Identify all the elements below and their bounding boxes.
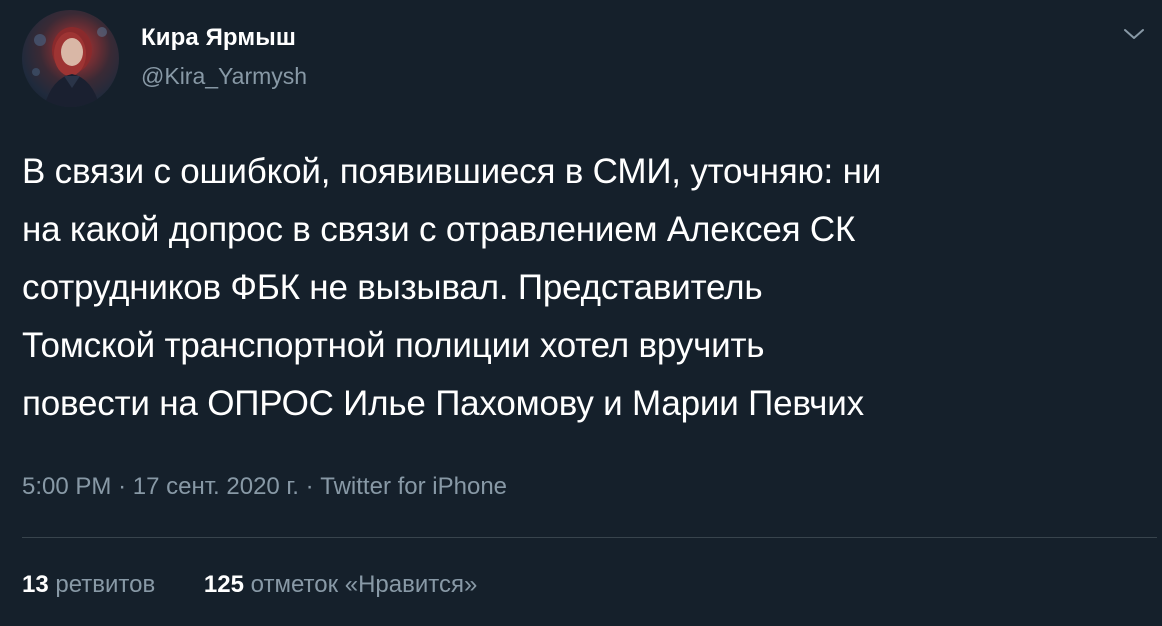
meta-separator: · <box>118 473 127 500</box>
meta-separator: · <box>305 473 314 500</box>
likes-stat[interactable]: 125 отметок «Нравится» <box>204 571 477 599</box>
tweet-meta: 5:00 PM · 17 сент. 2020 г. · Twitter for… <box>22 473 507 501</box>
chevron-down-icon[interactable] <box>1122 26 1146 42</box>
tweet-text: В связи с ошибкой, появившиеся в СМИ, ут… <box>22 152 882 423</box>
avatar[interactable] <box>22 10 119 107</box>
retweets-stat[interactable]: 13 ретвитов <box>22 571 155 599</box>
author-name[interactable]: Кира Ярмыш <box>141 24 296 52</box>
tweet-source[interactable]: Twitter for iPhone <box>320 473 507 500</box>
tweet-card: Кира Ярмыш @Kira_Yarmysh В связи с ошибк… <box>0 0 1162 626</box>
author-handle[interactable]: @Kira_Yarmysh <box>141 63 307 90</box>
divider <box>22 537 1157 538</box>
likes-count: 125 <box>203 571 244 598</box>
tweet-time[interactable]: 5:00 PM <box>22 473 111 500</box>
likes-label: отметок «Нравится» <box>250 571 478 598</box>
tweet-date[interactable]: 17 сент. 2020 г. <box>133 473 299 500</box>
avatar-photo <box>32 27 107 107</box>
tweet-stats: 13 ретвитов 125 отметок «Нравится» <box>22 571 519 599</box>
retweets-count: 13 <box>22 571 49 598</box>
retweets-label: ретвитов <box>55 571 156 598</box>
